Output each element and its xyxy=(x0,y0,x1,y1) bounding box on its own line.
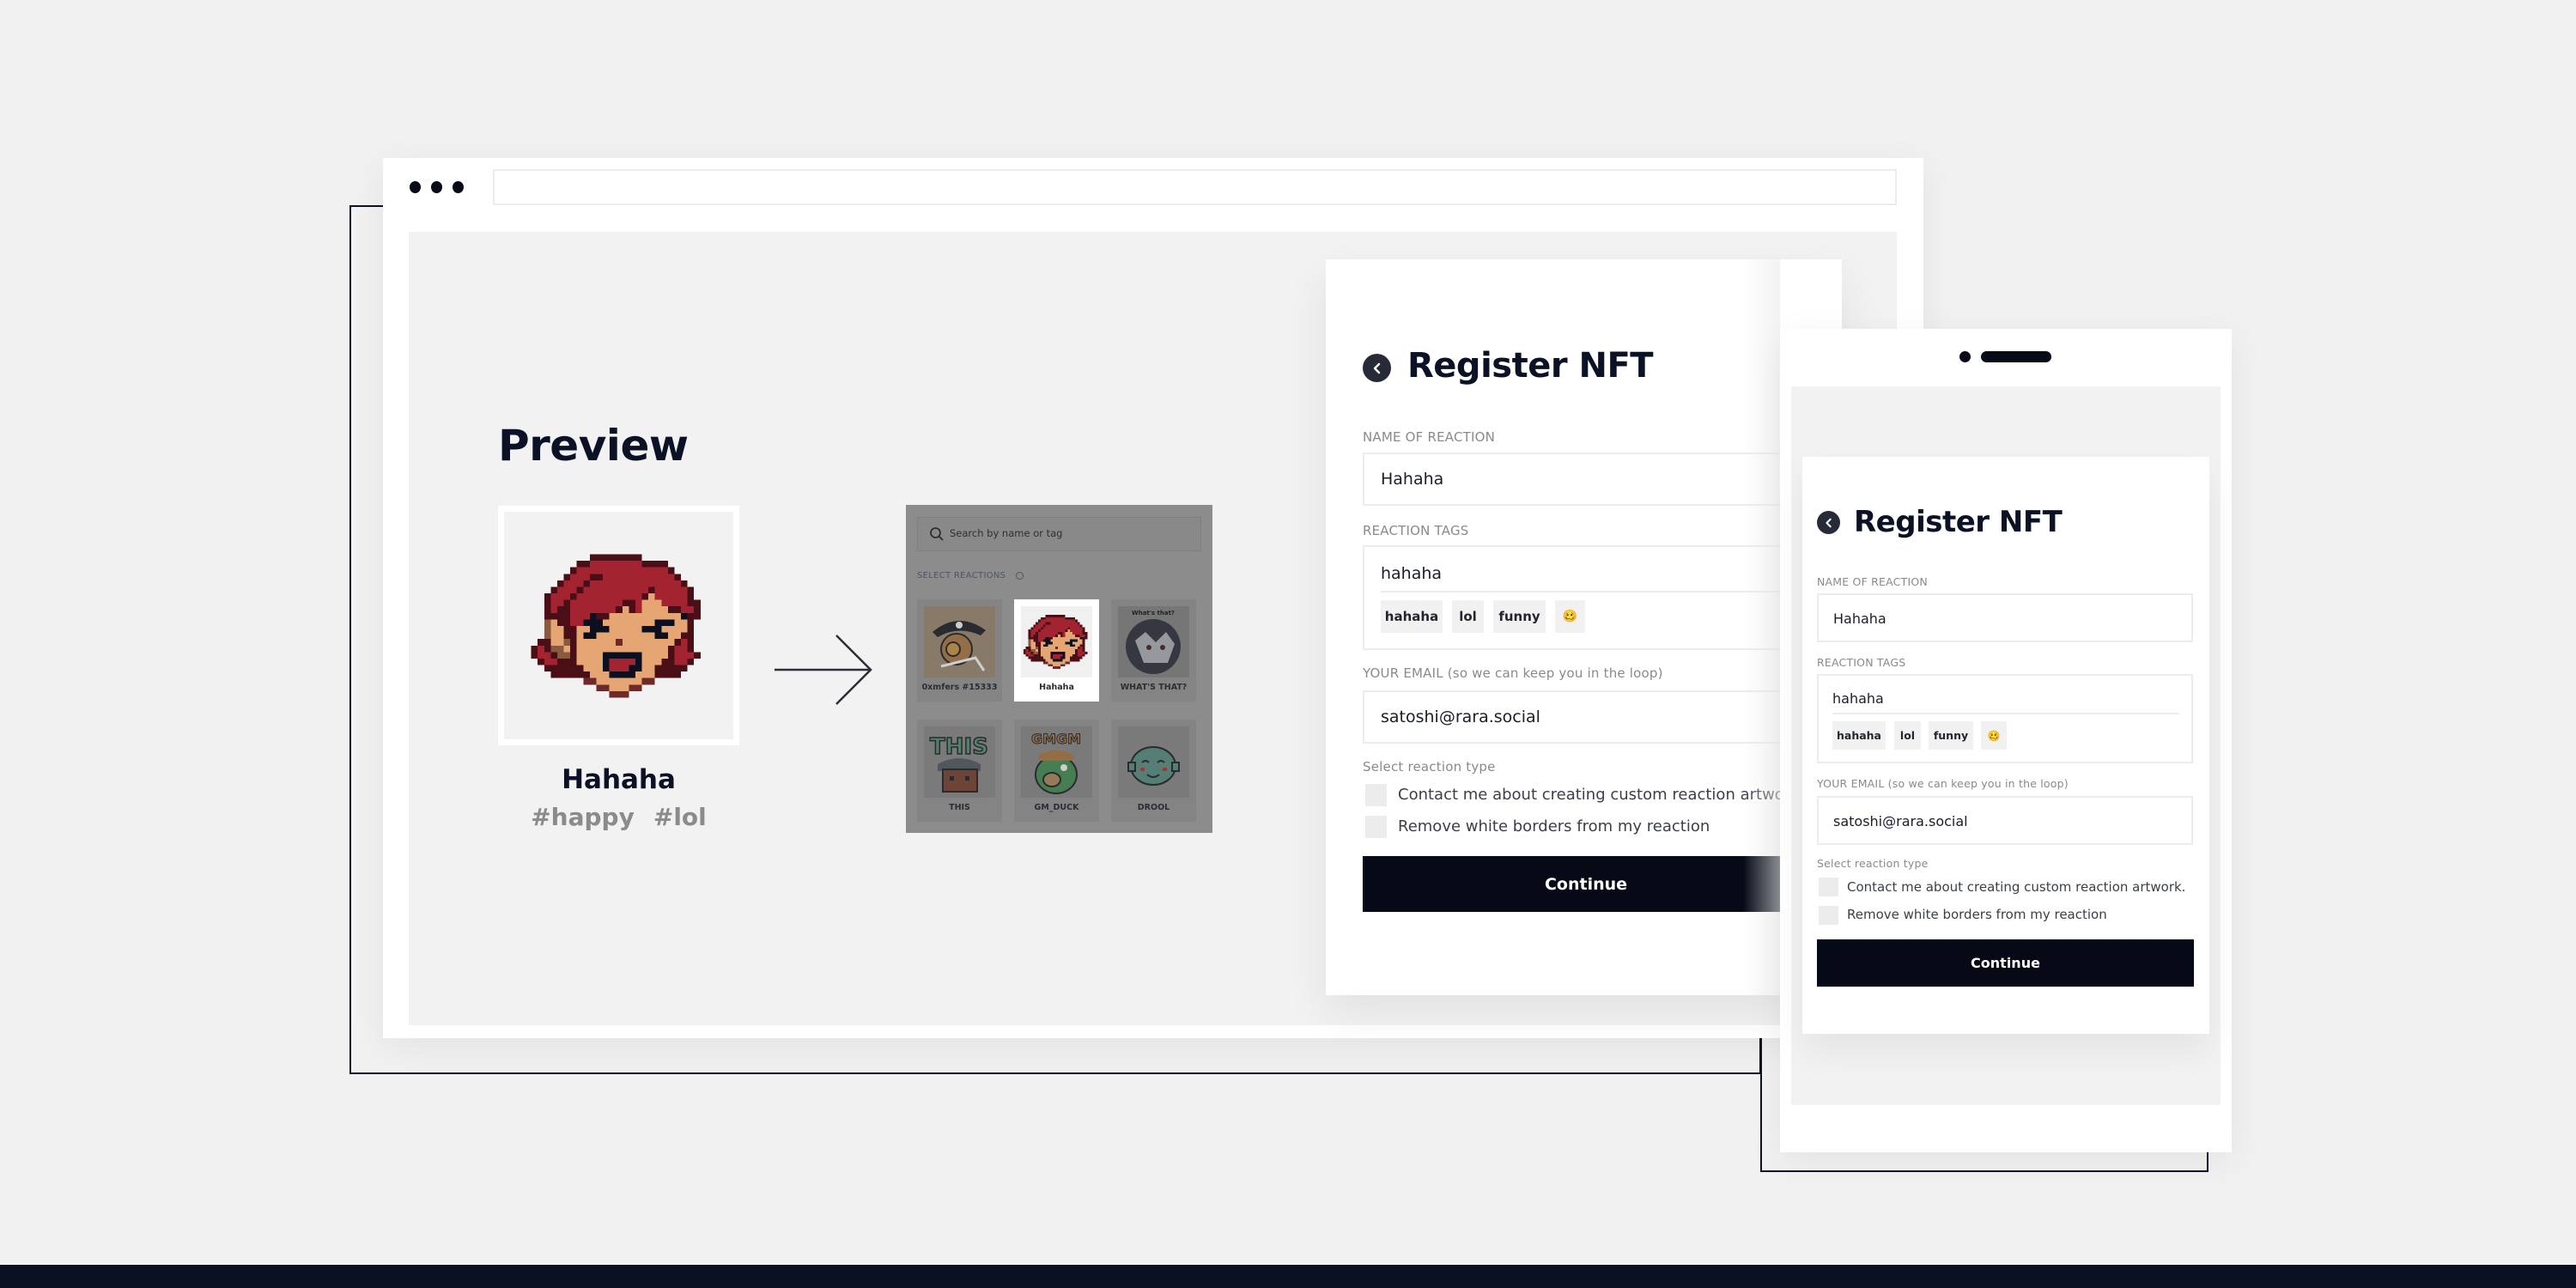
reaction-option[interactable]: Hahaha xyxy=(1014,599,1099,702)
url-bar[interactable] xyxy=(493,169,1897,205)
preview-tags: #happy #lol xyxy=(498,803,739,831)
reaction-option-label: GM_DUCK xyxy=(1034,803,1079,812)
continue-button[interactable]: Continue xyxy=(1363,856,1809,912)
cat-photo-circle-image: What's that? xyxy=(1118,606,1189,677)
hahaha-pixel-face-image xyxy=(1021,606,1092,677)
email-input[interactable]: satoshi@rara.social xyxy=(1363,690,1809,744)
info-icon[interactable] xyxy=(1015,571,1024,580)
speaker-notch-icon xyxy=(1981,351,2051,362)
mobile-tags-underline xyxy=(1832,713,2179,714)
card-edge-shadow xyxy=(1743,259,1780,995)
chevron-left-icon xyxy=(1373,362,1380,374)
reaction-option[interactable]: GMGM GM_DUCK xyxy=(1014,720,1099,822)
mobile-name-value: Hahaha xyxy=(1833,611,1886,627)
svg-text:THIS: THIS xyxy=(930,734,988,760)
reaction-option[interactable]: 0xmfers #15333 xyxy=(917,599,1002,702)
email-value: satoshi@rara.social xyxy=(1381,708,1540,726)
mobile-remove-borders-checkbox[interactable] xyxy=(1819,906,1838,925)
reaction-option-label: WHAT'S THAT? xyxy=(1120,683,1188,692)
mobile-contact-artwork-label: Contact me about creating custom reactio… xyxy=(1847,879,2186,895)
camera-dot-icon xyxy=(1959,351,1971,362)
reaction-option-label: DROOL xyxy=(1137,803,1170,812)
email-label: YOUR EMAIL (so we can keep you in the lo… xyxy=(1363,665,1663,681)
preview-reaction-name: Hahaha xyxy=(562,764,676,795)
reaction-type-label: Select reaction type xyxy=(1363,759,1496,775)
svg-text:GMGM: GMGM xyxy=(1031,731,1081,747)
mobile-continue-button[interactable]: Continue xyxy=(1817,939,2194,987)
reaction-option[interactable]: What's that? WHAT'S THAT? xyxy=(1111,599,1196,702)
reaction-option-label: Hahaha xyxy=(1039,683,1074,692)
reaction-picker: Search by name or tag SELECT REACTIONS 0… xyxy=(906,505,1212,833)
reaction-tags-input[interactable]: hahaha xyxy=(1381,564,1442,583)
window-dot-icon xyxy=(453,181,464,193)
reaction-option[interactable]: DROOL xyxy=(1111,720,1196,822)
mobile-email-value: satoshi@rara.social xyxy=(1833,813,1968,829)
mobile-tags-input[interactable]: hahaha xyxy=(1832,690,1884,707)
hahaha-pixel-face-image xyxy=(531,554,701,697)
reaction-option-label: THIS xyxy=(949,803,970,812)
remove-borders-checkbox[interactable] xyxy=(1365,816,1387,838)
mobile-tag-chip-emoji[interactable]: 🥴 xyxy=(1981,721,2007,750)
mobile-type-label: Select reaction type xyxy=(1817,857,1929,870)
tag-chip-emoji[interactable]: 🥴 xyxy=(1555,600,1585,633)
tag-chip[interactable]: funny xyxy=(1493,600,1546,633)
mobile-remove-borders-label: Remove white borders from my reaction xyxy=(1847,907,2107,922)
mobile-tag-chip[interactable]: funny xyxy=(1929,721,1973,750)
mobile-tag-chip[interactable]: lol xyxy=(1894,721,1921,750)
mobile-contact-artwork-checkbox[interactable] xyxy=(1819,878,1838,896)
mobile-email-input[interactable]: satoshi@rara.social xyxy=(1817,796,2193,845)
name-of-reaction-value: Hahaha xyxy=(1381,470,1444,489)
footer-bar xyxy=(0,1265,2576,1288)
drool-pixel-face-image xyxy=(1118,726,1189,798)
preview-title: Preview xyxy=(498,421,689,471)
tag-chip[interactable]: lol xyxy=(1452,600,1484,633)
chevron-left-icon xyxy=(1825,518,1832,527)
remove-borders-label: Remove white borders from my reaction xyxy=(1398,817,1710,835)
reaction-option-label: 0xmfers #15333 xyxy=(921,683,998,692)
mobile-name-input[interactable]: Hahaha xyxy=(1817,593,2193,642)
this-pixel-face-image: THIS xyxy=(924,726,995,798)
mobile-name-label: NAME OF REACTION xyxy=(1817,575,1928,588)
tag-chip[interactable]: hahaha xyxy=(1381,600,1443,633)
register-title: Register NFT xyxy=(1407,346,1654,386)
arrow-right-icon xyxy=(775,635,872,705)
svg-text:What's that?: What's that? xyxy=(1132,610,1175,617)
contact-artwork-checkbox[interactable] xyxy=(1365,784,1387,806)
name-of-reaction-input[interactable]: Hahaha xyxy=(1363,453,1809,506)
reaction-tags-box: hahaha xyxy=(1363,545,1810,650)
preview-tag: #lol xyxy=(653,803,707,831)
mobile-register-title: Register NFT xyxy=(1854,505,2063,539)
preview-image-frame xyxy=(498,506,739,745)
window-dot-icon xyxy=(431,181,442,193)
picker-search-placeholder: Search by name or tag xyxy=(950,527,1063,539)
gm-duck-pixel-image: GMGM xyxy=(1021,726,1092,798)
back-button[interactable] xyxy=(1363,354,1391,382)
mobile-email-label: YOUR EMAIL (so we can keep you in the lo… xyxy=(1817,777,2069,790)
mobile-back-button[interactable] xyxy=(1817,511,1840,534)
search-icon xyxy=(930,527,944,541)
picker-search-input[interactable]: Search by name or tag xyxy=(917,517,1201,551)
name-of-reaction-label: NAME OF REACTION xyxy=(1363,429,1496,445)
mobile-tags-label: REACTION TAGS xyxy=(1817,656,1906,669)
select-reactions-label: SELECT REACTIONS xyxy=(917,571,1024,580)
select-reactions-text: SELECT REACTIONS xyxy=(917,571,1006,580)
mobile-tag-chip[interactable]: hahaha xyxy=(1832,721,1886,750)
pirate-pixel-face-image xyxy=(924,606,995,677)
mobile-tags-box: hahaha xyxy=(1817,674,2193,763)
window-dot-icon xyxy=(410,181,421,193)
preview-tag: #happy xyxy=(531,803,635,831)
reaction-option[interactable]: THIS THIS xyxy=(917,720,1002,822)
reaction-tags-label: REACTION TAGS xyxy=(1363,523,1469,538)
